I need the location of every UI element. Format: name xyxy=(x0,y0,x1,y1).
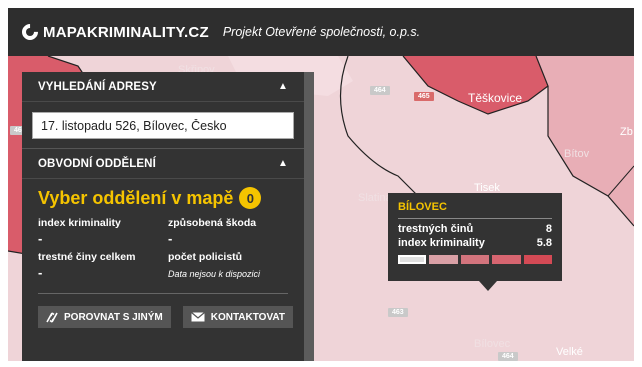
scale-segment xyxy=(398,255,427,264)
tooltip-title: BÍLOVEC xyxy=(398,201,552,219)
tooltip-crimes-row: trestných činů 8 xyxy=(398,223,552,235)
road-badge: 465 xyxy=(414,92,434,101)
address-heading: VYHLEDÁNÍ ADRESY xyxy=(38,80,157,93)
action-buttons: POROVNAT S JINÝM KONTAKTOVAT xyxy=(22,294,304,328)
index-scale xyxy=(398,255,553,264)
scale-segment xyxy=(460,255,490,264)
contact-button[interactable]: KONTAKTOVAT xyxy=(182,306,293,328)
compare-button[interactable]: POROVNAT S JINÝM xyxy=(38,306,171,328)
police-count-label: počet policistů xyxy=(168,251,243,263)
place-teskovice: Těškovice xyxy=(468,91,523,105)
district-section-header[interactable]: OBVODNÍ ODDĚLENÍ ▲ xyxy=(22,149,304,179)
road-badge: 464 xyxy=(370,86,390,95)
logo-text: MAPAKRIMINALITY.CZ xyxy=(43,23,209,41)
address-input[interactable] xyxy=(32,112,294,139)
scale-segment xyxy=(429,255,458,264)
tagline: Projekt Otevřené společnosti, o.p.s. xyxy=(222,25,421,39)
total-crimes-value: - xyxy=(38,265,43,280)
road-badge: 463 xyxy=(388,308,408,317)
place-bitov: Bítov xyxy=(564,148,590,160)
damage-value: - xyxy=(168,231,173,246)
tooltip-index-label: index kriminality xyxy=(398,237,485,249)
scale-segment xyxy=(492,255,521,264)
police-count-note: Data nejsou k dispozici xyxy=(168,269,261,279)
tooltip-crimes-value: 8 xyxy=(545,223,552,235)
tooltip-index-value: 5.8 xyxy=(536,237,552,249)
scale-segment xyxy=(523,255,553,264)
contact-button-label: KONTAKTOVAT xyxy=(210,311,285,323)
district-tooltip: BÍLOVEC trestných činů 8 index kriminali… xyxy=(388,193,562,281)
tooltip-pointer xyxy=(479,281,497,291)
app-frame: MAPAKRIMINALITY.CZ Projekt Otevřené spol… xyxy=(8,8,634,361)
place-velke: Velké xyxy=(556,346,583,358)
index-label: index kriminality xyxy=(38,217,121,229)
selected-count-badge: 0 xyxy=(239,187,262,209)
pick-district-title: Vyber oddělení v mapě xyxy=(38,187,234,208)
logo-icon xyxy=(18,20,42,44)
pick-district-row: Vyber oddělení v mapě 0 xyxy=(22,179,304,209)
compare-arrows-icon xyxy=(46,311,58,323)
collapse-caret-icon[interactable]: ▲ xyxy=(278,81,288,92)
damage-label: způsobená škoda xyxy=(168,217,257,229)
address-section-header[interactable]: VYHLEDÁNÍ ADRESY ▲ xyxy=(22,72,304,102)
collapse-caret-icon[interactable]: ▲ xyxy=(278,158,288,169)
tooltip-index-row: index kriminality 5.8 xyxy=(398,237,552,249)
total-crimes-label: trestné činy celkem xyxy=(38,251,136,263)
logo[interactable]: MAPAKRIMINALITY.CZ xyxy=(18,20,209,44)
place-zb: Zb xyxy=(620,126,633,138)
road-badge: 464 xyxy=(498,352,518,361)
place-bilovec: Bílovec xyxy=(474,338,511,350)
tooltip-crimes-label: trestných činů xyxy=(398,223,474,235)
top-bar: MAPAKRIMINALITY.CZ Projekt Otevřené spol… xyxy=(8,8,634,56)
index-value: - xyxy=(38,231,43,246)
address-search xyxy=(22,102,304,149)
envelope-icon xyxy=(190,312,205,322)
panel-scrollbar[interactable] xyxy=(304,72,314,361)
district-stats: index kriminality způsobená škoda - - tr… xyxy=(22,209,304,285)
district-heading: OBVODNÍ ODDĚLENÍ xyxy=(38,157,156,170)
place-slatina: Slatina xyxy=(358,192,392,204)
compare-button-label: POROVNAT S JINÝM xyxy=(64,311,163,323)
side-panel: VYHLEDÁNÍ ADRESY ▲ OBVODNÍ ODDĚLENÍ ▲ Vy… xyxy=(22,72,304,361)
